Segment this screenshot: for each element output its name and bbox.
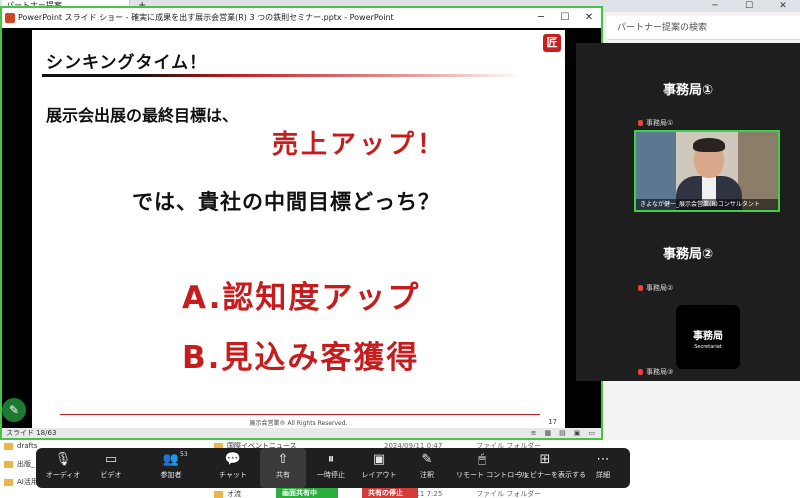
share-label: 共有: [276, 471, 290, 479]
pen-tool-icon[interactable]: ✎: [2, 398, 26, 422]
heading-underline: [42, 74, 522, 77]
participant-video[interactable]: きよなが健一_展示会営業(R)コンサルタント: [634, 130, 780, 212]
slide-footer: 展示会営業® All Rights Reserved.: [249, 420, 348, 427]
slide-sorter-icon[interactable]: ▤: [559, 428, 566, 438]
slide-text-highlight: 売上アップ！: [272, 130, 447, 160]
option-a: A.認知度アップ: [182, 280, 421, 316]
status-bar: スライド 18/63 ≡ ▦ ▤ ▣ ▭: [2, 428, 601, 438]
participant-avatar[interactable]: 事務局 Secretariat: [676, 305, 740, 369]
window-controls: ─ ☐ ✕: [529, 8, 601, 28]
list-item[interactable]: AI活用: [4, 476, 38, 488]
participant-tag: 事務局②: [638, 283, 673, 293]
slide-question: では、貴社の中間目標どっち？: [132, 190, 440, 214]
avatar-label: 事務局: [693, 331, 723, 342]
video-button[interactable]: ▭ ビデオ: [88, 448, 134, 488]
audio-label: オーディオ: [45, 471, 81, 479]
meeting-panel: 事務局① 事務局① きよなが健一_展示会営業(R)コンサルタント 事務局② 事務…: [576, 43, 800, 381]
chat-label: チャット: [219, 471, 247, 479]
annotate-label: 注釈: [420, 471, 434, 479]
sharing-status-badge: 画面共有中: [276, 488, 338, 498]
chat-button[interactable]: 💬 チャット: [210, 448, 256, 488]
window-controls: ─ ☐ ✕: [698, 0, 800, 12]
more-icon: ⋯: [596, 452, 610, 467]
share-screen-icon: ⇧: [277, 452, 289, 467]
search-input[interactable]: パートナー提案の検索: [607, 16, 800, 40]
slide-counter: スライド 18/63: [6, 429, 57, 437]
status-icons: ≡ ▦ ▤ ▣ ▭: [531, 428, 595, 438]
video-label: ビデオ: [100, 471, 122, 479]
meeting-toolbar: 🎙 オーディオ ▭ ビデオ 👥 参加者 53 💬 チャット ⇧ 共有 ⏸ 一時停…: [36, 448, 630, 488]
participants-label: 参加者: [160, 471, 182, 479]
folder-icon: [4, 460, 13, 468]
chat-icon: 💬: [224, 452, 242, 467]
audio-button[interactable]: 🎙 オーディオ: [40, 448, 86, 488]
webinar-icon: ⊞: [539, 452, 551, 467]
option-b: B.見込み客獲得: [182, 340, 420, 376]
mouse-icon: 🖱: [478, 452, 486, 467]
folder-icon: [4, 478, 13, 486]
pause-share-button[interactable]: ⏸ 一時停止: [308, 448, 354, 488]
microphone-icon: 🎙: [54, 452, 72, 467]
layout-button[interactable]: ▣ レイアウト: [356, 448, 402, 488]
camera-icon: ▭: [104, 452, 118, 467]
remote-control-button[interactable]: 🖱 リモート コントロール: [456, 448, 529, 488]
brand-logo: 匠: [543, 34, 561, 52]
more-button[interactable]: ⋯ 詳細: [580, 448, 626, 488]
annotate-button[interactable]: ✎ 注釈: [404, 448, 450, 488]
pencil-icon: ✎: [421, 452, 433, 467]
slide-heading: シンキングタイム！: [46, 53, 208, 73]
show-webinar-button[interactable]: ⊞ ウェビナーを表示する: [516, 448, 586, 488]
participant-tag: 事務局③: [638, 367, 673, 377]
pause-icon: ⏸: [327, 452, 335, 467]
layout-label: レイアウト: [361, 471, 397, 479]
minimize-button[interactable]: ─: [698, 0, 732, 12]
slide-page-number: 17: [548, 418, 557, 426]
participants-count: 53: [180, 451, 188, 458]
list-item[interactable]: drafts: [4, 440, 37, 452]
maximize-button[interactable]: ☐: [553, 8, 577, 28]
pause-label: 一時停止: [317, 471, 345, 479]
participant-tag: 事務局①: [638, 118, 673, 128]
share-button[interactable]: ⇧ 共有: [260, 448, 306, 488]
screen: パートナー提案 + ─ ☐ ✕ パートナー提案の検索 drafts 出版_ AI…: [0, 0, 800, 498]
more-label: 詳細: [596, 471, 610, 479]
folder-icon: [214, 490, 223, 498]
slide-text-line1: 展示会出展の最終目標は、: [46, 106, 239, 125]
notes-icon[interactable]: ≡: [531, 428, 537, 438]
minimize-button[interactable]: ─: [529, 8, 553, 28]
close-button[interactable]: ✕: [766, 0, 800, 12]
gallery-section-title: 事務局①: [662, 83, 713, 98]
mic-muted-icon: [638, 369, 643, 375]
footer-divider: [60, 414, 540, 415]
person-hair: [693, 138, 725, 152]
video-name-caption: きよなが健一_展示会営業(R)コンサルタント: [636, 199, 778, 210]
list-item[interactable]: 出版_: [4, 458, 35, 470]
folder-icon: [4, 442, 13, 450]
layout-icon: ▣: [372, 452, 386, 467]
powerpoint-window: PowerPoint スライド ショー - 確実に成果を出す展示会営業(R) 3…: [0, 6, 603, 440]
remote-control-label: リモート コントロール: [456, 471, 529, 479]
powerpoint-title-bar: PowerPoint スライド ショー - 確実に成果を出す展示会営業(R) 3…: [2, 8, 601, 28]
file-type: ファイル フォルダー: [476, 490, 542, 498]
stop-share-button[interactable]: 共有の停止: [362, 488, 418, 498]
maximize-button[interactable]: ☐: [732, 0, 766, 12]
presenter-view-icon[interactable]: ▭: [588, 428, 595, 438]
webinar-label: ウェビナーを表示する: [516, 471, 586, 479]
avatar-sublabel: Secretariat: [694, 344, 722, 350]
powerpoint-icon: [5, 13, 15, 23]
mic-muted-icon: [638, 285, 643, 291]
slide[interactable]: 匠 シンキングタイム！ 展示会出展の最終目標は、 売上アップ！ では、貴社の中間…: [32, 30, 565, 430]
mic-muted-icon: [638, 120, 643, 126]
normal-view-icon[interactable]: ▦: [545, 428, 552, 438]
window-title: PowerPoint スライド ショー - 確実に成果を出す展示会営業(R) 3…: [18, 13, 394, 22]
close-button[interactable]: ✕: [577, 8, 601, 28]
reading-view-icon[interactable]: ▣: [574, 428, 581, 438]
gallery-section-title: 事務局②: [662, 247, 713, 262]
